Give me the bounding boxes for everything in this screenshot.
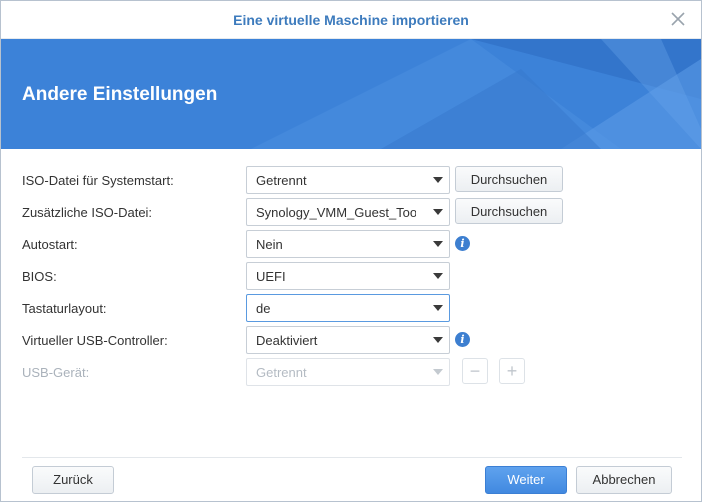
iso-extra-browse-button[interactable]: Durchsuchen bbox=[455, 198, 563, 224]
bios-value: UEFI bbox=[256, 269, 286, 284]
iso-boot-select[interactable]: Getrennt bbox=[246, 166, 450, 194]
section-title: Andere Einstellungen bbox=[22, 84, 218, 105]
usb-device-value: Getrennt bbox=[256, 365, 307, 380]
usb-controller-select[interactable]: Deaktiviert bbox=[246, 326, 450, 354]
iso-extra-label: Zusätzliche ISO-Datei: bbox=[22, 205, 153, 220]
close-icon[interactable] bbox=[669, 10, 687, 28]
usb-controller-value: Deaktiviert bbox=[256, 333, 318, 348]
row-usb-device: USB-Gerät: Getrennt − + bbox=[1, 358, 701, 386]
chevron-down-icon bbox=[433, 177, 443, 183]
row-usb-controller: Virtueller USB-Controller: Deaktiviert i bbox=[1, 326, 701, 354]
row-keyboard-layout: Tastaturlayout: de bbox=[1, 294, 701, 322]
row-iso-extra: Zusätzliche ISO-Datei: Synology_VMM_Gues… bbox=[1, 198, 701, 226]
usb-controller-label: Virtueller USB-Controller: bbox=[22, 333, 168, 348]
chevron-down-icon bbox=[433, 241, 443, 247]
row-bios: BIOS: UEFI bbox=[1, 262, 701, 290]
iso-boot-browse-button[interactable]: Durchsuchen bbox=[455, 166, 563, 192]
usb-device-add-button: + bbox=[499, 358, 525, 384]
chevron-down-icon bbox=[433, 369, 443, 375]
keyboard-layout-select[interactable]: de bbox=[246, 294, 450, 322]
autostart-value: Nein bbox=[256, 237, 283, 252]
usb-device-label: USB-Gerät: bbox=[22, 365, 90, 380]
usb-device-select: Getrennt bbox=[246, 358, 450, 386]
chevron-down-icon bbox=[433, 273, 443, 279]
bios-select[interactable]: UEFI bbox=[246, 262, 450, 290]
iso-extra-select[interactable]: Synology_VMM_Guest_Tool bbox=[246, 198, 450, 226]
usb-device-remove-button: − bbox=[462, 358, 488, 384]
chevron-down-icon bbox=[433, 337, 443, 343]
row-iso-boot: ISO-Datei für Systemstart: Getrennt Durc… bbox=[1, 166, 701, 194]
iso-boot-value: Getrennt bbox=[256, 173, 307, 188]
row-autostart: Autostart: Nein i bbox=[1, 230, 701, 258]
info-icon[interactable]: i bbox=[455, 236, 470, 251]
chevron-down-icon bbox=[433, 305, 443, 311]
info-icon[interactable]: i bbox=[455, 332, 470, 347]
iso-extra-value: Synology_VMM_Guest_Tool bbox=[256, 205, 416, 220]
back-button[interactable]: Zurück bbox=[32, 466, 114, 494]
next-button[interactable]: Weiter bbox=[485, 466, 567, 494]
keyboard-layout-label: Tastaturlayout: bbox=[22, 301, 107, 316]
bios-label: BIOS: bbox=[22, 269, 57, 284]
keyboard-layout-value: de bbox=[256, 301, 271, 316]
iso-boot-label: ISO-Datei für Systemstart: bbox=[22, 173, 174, 188]
footer-divider bbox=[22, 457, 682, 458]
autostart-label: Autostart: bbox=[22, 237, 78, 252]
dialog-title: Eine virtuelle Maschine importieren bbox=[233, 12, 469, 28]
autostart-select[interactable]: Nein bbox=[246, 230, 450, 258]
header-banner: Andere Einstellungen bbox=[1, 39, 701, 149]
chevron-down-icon bbox=[433, 209, 443, 215]
cancel-button[interactable]: Abbrechen bbox=[576, 466, 672, 494]
import-vm-dialog: Eine virtuelle Maschine importieren Ande… bbox=[0, 0, 702, 502]
dialog-titlebar: Eine virtuelle Maschine importieren bbox=[1, 1, 701, 39]
